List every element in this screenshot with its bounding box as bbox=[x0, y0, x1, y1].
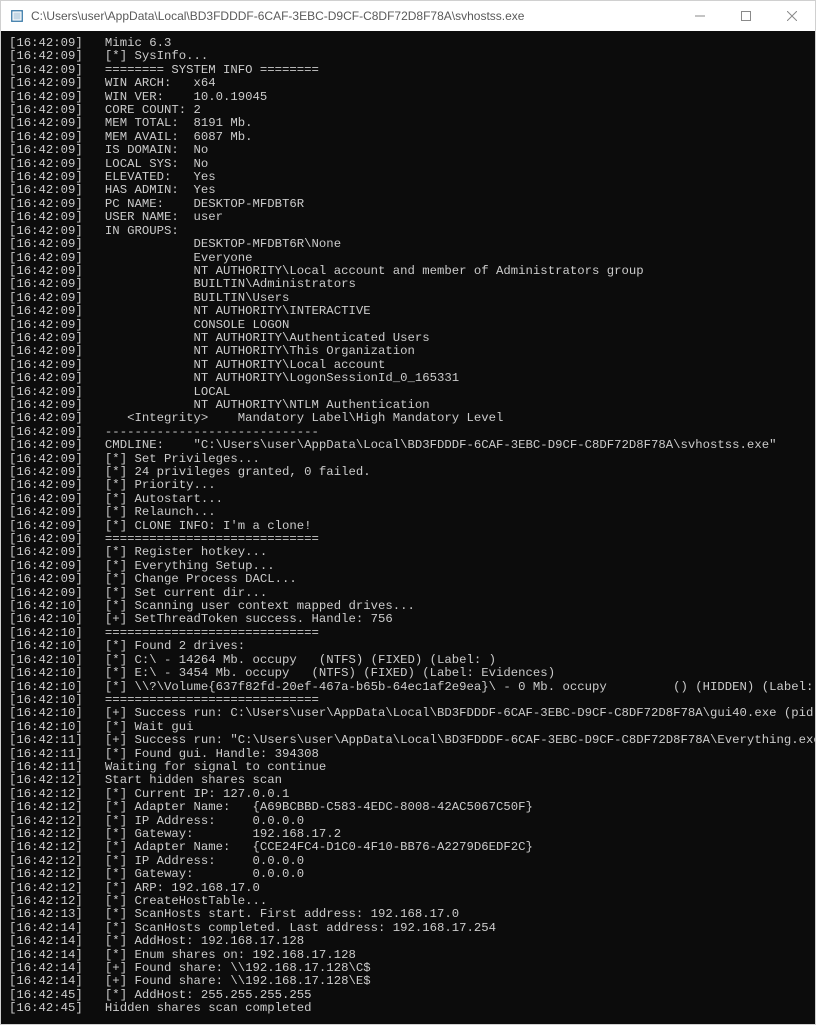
console-line: [16:42:09] BUILTIN\Users bbox=[9, 292, 809, 305]
console-line: [16:42:12] [*] Gateway: 0.0.0.0 bbox=[9, 868, 809, 881]
console-line: [16:42:10] ============================= bbox=[9, 627, 809, 640]
console-output[interactable]: [16:42:09] Mimic 6.3[16:42:09] [*] SysIn… bbox=[1, 31, 815, 1024]
console-line: [16:42:09] [*] CLONE INFO: I'm a clone! bbox=[9, 520, 809, 533]
app-icon bbox=[9, 8, 25, 24]
console-line: [16:42:10] ============================= bbox=[9, 694, 809, 707]
console-line: [16:42:14] [+] Found share: \\192.168.17… bbox=[9, 975, 809, 988]
console-line: [16:42:10] [+] SetThreadToken success. H… bbox=[9, 613, 809, 626]
console-line: [16:42:09] MEM AVAIL: 6087 Mb. bbox=[9, 131, 809, 144]
console-line: [16:42:09] NT AUTHORITY\LogonSessionId_0… bbox=[9, 372, 809, 385]
console-line: [16:42:12] Start hidden shares scan bbox=[9, 774, 809, 787]
console-line: [16:42:14] [*] ScanHosts completed. Last… bbox=[9, 922, 809, 935]
console-line: [16:42:12] [*] Current IP: 127.0.0.1 bbox=[9, 788, 809, 801]
console-line: [16:42:45] Hidden shares scan completed bbox=[9, 1002, 809, 1015]
console-line: [16:42:09] IN GROUPS: bbox=[9, 225, 809, 238]
window-controls bbox=[677, 1, 815, 31]
console-line: [16:42:14] [+] Found share: \\192.168.17… bbox=[9, 962, 809, 975]
console-line: [16:42:10] [*] Scanning user context map… bbox=[9, 600, 809, 613]
console-line: [16:42:10] [*] E:\ - 3454 Mb. occupy (NT… bbox=[9, 667, 809, 680]
titlebar[interactable]: C:\Users\user\AppData\Local\BD3FDDDF-6CA… bbox=[1, 1, 815, 31]
console-line: [16:42:12] [*] Adapter Name: {CCE24FC4-D… bbox=[9, 841, 809, 854]
console-line: [16:42:09] MEM TOTAL: 8191 Mb. bbox=[9, 117, 809, 130]
console-line: [16:42:09] ----------------------------- bbox=[9, 426, 809, 439]
console-line: [16:42:09] WIN VER: 10.0.19045 bbox=[9, 91, 809, 104]
console-line: [16:42:13] [*] ScanHosts start. First ad… bbox=[9, 908, 809, 921]
console-line: [16:42:11] [+] Success run: "C:\Users\us… bbox=[9, 734, 809, 747]
console-line: [16:42:09] Mimic 6.3 bbox=[9, 37, 809, 50]
console-line: [16:42:09] NT AUTHORITY\Authenticated Us… bbox=[9, 332, 809, 345]
console-line: [16:42:12] [*] Gateway: 192.168.17.2 bbox=[9, 828, 809, 841]
console-line: [16:42:09] BUILTIN\Administrators bbox=[9, 278, 809, 291]
console-line: [16:42:14] [*] Enum shares on: 192.168.1… bbox=[9, 949, 809, 962]
console-line: [16:42:12] [*] IP Address: 0.0.0.0 bbox=[9, 855, 809, 868]
console-line: [16:42:12] [*] ARP: 192.168.17.0 bbox=[9, 882, 809, 895]
console-line: [16:42:09] HAS ADMIN: Yes bbox=[9, 184, 809, 197]
console-line: [16:42:09] NT AUTHORITY\Local account an… bbox=[9, 265, 809, 278]
console-line: [16:42:09] NT AUTHORITY\Local account bbox=[9, 359, 809, 372]
console-line: [16:42:12] [*] Adapter Name: {A69BCBBD-C… bbox=[9, 801, 809, 814]
console-line: [16:42:09] LOCAL SYS: No bbox=[9, 158, 809, 171]
minimize-button[interactable] bbox=[677, 1, 723, 31]
console-line: [16:42:11] [*] Found gui. Handle: 394308 bbox=[9, 748, 809, 761]
window-title: C:\Users\user\AppData\Local\BD3FDDDF-6CA… bbox=[31, 9, 677, 23]
console-line: [16:42:09] LOCAL bbox=[9, 386, 809, 399]
console-line: [16:42:09] [*] SysInfo... bbox=[9, 50, 809, 63]
console-line: [16:42:09] NT AUTHORITY\This Organizatio… bbox=[9, 345, 809, 358]
console-line: [16:42:09] [*] Change Process DACL... bbox=[9, 573, 809, 586]
console-line: [16:42:09] [*] Set Privileges... bbox=[9, 453, 809, 466]
console-line: [16:42:09] CONSOLE LOGON bbox=[9, 319, 809, 332]
console-line: [16:42:09] WIN ARCH: x64 bbox=[9, 77, 809, 90]
console-line: [16:42:09] [*] 24 privileges granted, 0 … bbox=[9, 466, 809, 479]
console-line: [16:42:09] USER NAME: user bbox=[9, 211, 809, 224]
console-line: [16:42:09] [*] Relaunch... bbox=[9, 506, 809, 519]
console-line: [16:42:11] Waiting for signal to continu… bbox=[9, 761, 809, 774]
console-line: [16:42:12] [*] IP Address: 0.0.0.0 bbox=[9, 815, 809, 828]
console-line: [16:42:09] Everyone bbox=[9, 252, 809, 265]
app-window: C:\Users\user\AppData\Local\BD3FDDDF-6CA… bbox=[0, 0, 816, 1025]
console-line: [16:42:09] <Integrity> Mandatory Label\H… bbox=[9, 412, 809, 425]
console-line: [16:42:45] [*] AddHost: 255.255.255.255 bbox=[9, 989, 809, 1002]
console-line: [16:42:09] [*] Autostart... bbox=[9, 493, 809, 506]
console-line: [16:42:09] [*] Priority... bbox=[9, 479, 809, 492]
console-line: [16:42:09] CMDLINE: "C:\Users\user\AppDa… bbox=[9, 439, 809, 452]
console-line: [16:42:09] [*] Everything Setup... bbox=[9, 560, 809, 573]
console-line: [16:42:09] ELEVATED: Yes bbox=[9, 171, 809, 184]
console-line: [16:42:10] [*] C:\ - 14264 Mb. occupy (N… bbox=[9, 654, 809, 667]
console-line: [16:42:09] [*] Set current dir... bbox=[9, 587, 809, 600]
console-line: [16:42:10] [*] Found 2 drives: bbox=[9, 640, 809, 653]
console-line: [16:42:10] [*] Wait gui bbox=[9, 721, 809, 734]
console-line: [16:42:09] ============================= bbox=[9, 533, 809, 546]
maximize-button[interactable] bbox=[723, 1, 769, 31]
console-line: [16:42:09] NT AUTHORITY\INTERACTIVE bbox=[9, 305, 809, 318]
console-line: [16:42:09] NT AUTHORITY\NTLM Authenticat… bbox=[9, 399, 809, 412]
console-line: [16:42:09] [*] Register hotkey... bbox=[9, 546, 809, 559]
console-line: [16:42:14] [*] AddHost: 192.168.17.128 bbox=[9, 935, 809, 948]
console-line: [16:42:09] IS DOMAIN: No bbox=[9, 144, 809, 157]
console-line: [16:42:12] [*] CreateHostTable... bbox=[9, 895, 809, 908]
console-line: [16:42:10] [+] Success run: C:\Users\use… bbox=[9, 707, 809, 720]
console-line: [16:42:10] [*] \\?\Volume{637f82fd-20ef-… bbox=[9, 681, 809, 694]
console-line: [16:42:09] ======== SYSTEM INFO ======== bbox=[9, 64, 809, 77]
console-line: [16:42:09] CORE COUNT: 2 bbox=[9, 104, 809, 117]
console-line: [16:42:09] DESKTOP-MFDBT6R\None bbox=[9, 238, 809, 251]
console-line: [16:42:09] PC NAME: DESKTOP-MFDBT6R bbox=[9, 198, 809, 211]
close-button[interactable] bbox=[769, 1, 815, 31]
